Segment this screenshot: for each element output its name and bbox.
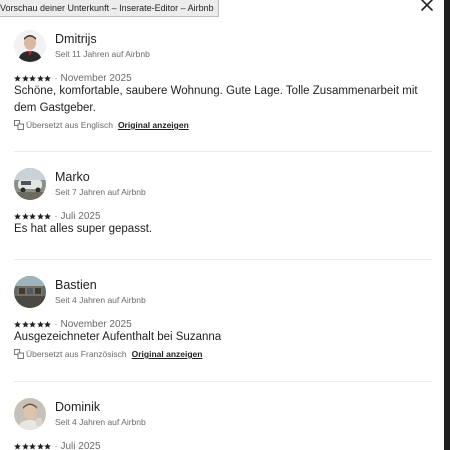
divider: [14, 381, 432, 382]
translation-info: Übersetzt aus Englisch Original anzeigen: [14, 119, 189, 131]
star-icon: [14, 442, 21, 450]
review-text: Es hat alles super gepasst.: [14, 223, 153, 235]
translate-icon: [14, 120, 24, 130]
reviews-modal: Vorschau deiner Unterkunft – Inserate-Ed…: [0, 0, 444, 450]
translation-note: Übersetzt aus Französisch: [26, 349, 127, 359]
star-icon: [29, 74, 36, 82]
member-since: Seit 11 Jahren auf Airbnb: [55, 49, 150, 59]
window-edge: [444, 0, 450, 450]
member-since: Seit 7 Jahren auf Airbnb: [55, 187, 146, 197]
review-text: Schöne, komfortable, saubere Wohnung. Gu…: [14, 85, 418, 114]
reviewer-name: Marko: [55, 170, 90, 184]
star-rating: [14, 442, 52, 450]
reviewer-name: Bastien: [55, 278, 97, 292]
star-icon: [14, 212, 21, 220]
review-item: Dominik Seit 4 Jahren auf Airbnb · Juli …: [14, 398, 434, 450]
review-item: Bastien Seit 4 Jahren auf Airbnb · Novem…: [14, 276, 434, 366]
close-icon: [421, 0, 433, 11]
star-icon: [44, 212, 51, 220]
star-icon: [44, 320, 51, 328]
member-since: Seit 4 Jahren auf Airbnb: [55, 417, 146, 427]
star-rating: [14, 212, 52, 220]
show-original-link[interactable]: Original anzeigen: [118, 120, 189, 130]
star-icon: [14, 320, 21, 328]
star-icon: [29, 212, 36, 220]
close-button[interactable]: [418, 0, 436, 14]
review-date: November 2025: [60, 72, 132, 84]
window-title-tooltip: Vorschau deiner Unterkunft – Inserate-Ed…: [0, 0, 219, 17]
star-icon: [36, 74, 44, 82]
separator-dot: ·: [54, 441, 58, 450]
star-icon: [29, 442, 36, 450]
avatar[interactable]: [14, 168, 46, 200]
star-icon: [29, 320, 36, 328]
separator-dot: ·: [54, 211, 58, 221]
star-icon: [44, 74, 51, 82]
star-icon: [21, 442, 29, 450]
star-icon: [21, 320, 29, 328]
star-rating: [14, 320, 52, 328]
review-item: Dmitrijs Seit 11 Jahren auf Airbnb · Nov…: [14, 30, 434, 135]
rating-line: · Juli 2025: [14, 439, 101, 450]
divider: [14, 259, 432, 260]
review-item: Marko Seit 7 Jahren auf Airbnb · Juli 20…: [14, 168, 434, 240]
divider: [14, 151, 432, 152]
star-icon: [14, 74, 21, 82]
reviewer-name: Dominik: [55, 400, 101, 414]
avatar[interactable]: [14, 30, 46, 62]
star-icon: [44, 442, 51, 450]
star-icon: [36, 442, 44, 450]
review-date: Juli 2025: [60, 440, 101, 450]
show-original-link[interactable]: Original anzeigen: [132, 349, 203, 359]
review-text: Ausgezeichneter Aufenthalt bei Suzanna: [14, 331, 222, 343]
translate-icon: [14, 349, 24, 359]
star-icon: [36, 212, 44, 220]
avatar[interactable]: [14, 276, 46, 308]
separator-dot: ·: [54, 319, 58, 329]
star-icon: [21, 212, 29, 220]
reviewer-name: Dmitrijs: [55, 32, 97, 46]
review-date: November 2025: [60, 318, 132, 330]
star-icon: [36, 320, 44, 328]
star-rating: [14, 74, 52, 82]
page: Vorschau deiner Unterkunft – Inserate-Ed…: [0, 0, 450, 450]
translation-info: Übersetzt aus Französisch Original anzei…: [14, 348, 202, 360]
member-since: Seit 4 Jahren auf Airbnb: [55, 295, 146, 305]
avatar[interactable]: [14, 398, 46, 430]
star-icon: [21, 74, 29, 82]
review-date: Juli 2025: [60, 210, 101, 222]
separator-dot: ·: [54, 73, 58, 83]
translation-note: Übersetzt aus Englisch: [26, 120, 113, 130]
